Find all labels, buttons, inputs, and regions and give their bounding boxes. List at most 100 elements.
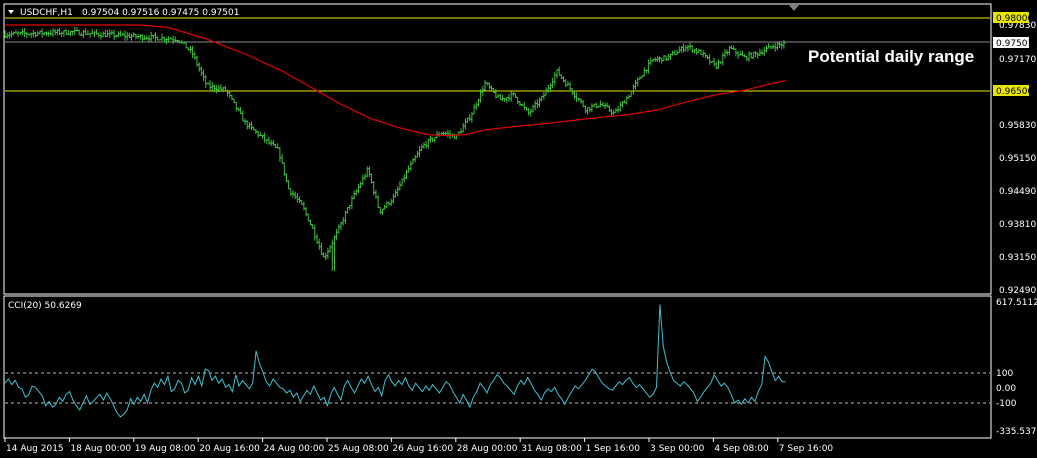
ohlc-bar: [291, 190, 295, 198]
time-label: 31 Aug 08:00: [521, 444, 582, 454]
ohlc-bar: [453, 133, 456, 139]
ohlc-bar: [348, 205, 352, 210]
ohlc-bar: [533, 100, 537, 111]
ohlc-bar: [634, 79, 637, 90]
ohlc-bar: [328, 245, 332, 253]
price-tick-1: 0.97170: [999, 55, 1036, 65]
time-label: 25 Aug 08:00: [328, 444, 389, 454]
ohlc-bar: [123, 30, 127, 41]
ohlc-bar: [586, 107, 589, 115]
ohlc-bar: [197, 62, 201, 72]
ohlc-bar: [359, 181, 363, 189]
price-tag-upper: 0.98000: [996, 14, 1033, 24]
ohlc-bar: [684, 45, 688, 52]
ohlc-bar: [461, 123, 465, 133]
ohlc-bar: [394, 189, 397, 198]
ohlc-bar: [228, 91, 232, 99]
ohlc-bar: [130, 33, 133, 41]
ohlc-bar: [138, 34, 142, 40]
ohlc-bar: [413, 155, 417, 163]
ohlc-bar: [322, 252, 325, 258]
ohlc-bar: [625, 95, 629, 105]
chart-symbol-label: USDCHF,H1: [20, 8, 73, 18]
cci-line: [4, 304, 786, 418]
ohlc-bar: [175, 39, 179, 44]
ohlc-bar: [357, 184, 360, 194]
ohlc-bar: [590, 103, 594, 112]
potential-daily-range-label: Potential daily range: [808, 47, 974, 66]
ohlc-bar: [202, 69, 205, 82]
ohlc-bar: [498, 93, 502, 100]
price-tick-3: 0.95150: [999, 154, 1036, 164]
ohlc-bar: [555, 69, 559, 79]
ohlc-bar: [337, 223, 341, 234]
ohlc-bar: [324, 252, 328, 261]
ohlc-bar: [745, 55, 749, 61]
ohlc-bar: [289, 188, 293, 197]
cci-panel-frame: [3, 295, 992, 439]
ohlc-bar: [117, 31, 120, 38]
shift-marker-icon[interactable]: [789, 5, 799, 11]
ohlc-bar: [690, 45, 694, 53]
ohlc-bar: [398, 181, 402, 191]
cci-tick-4: -335.5376: [996, 427, 1037, 437]
ohlc-bar: [250, 121, 253, 131]
ohlc-bar: [31, 30, 35, 38]
ohlc-bar: [518, 101, 522, 107]
price-tick-7: 0.92490: [999, 286, 1036, 296]
ohlc-bar: [370, 173, 373, 184]
ohlc-bar: [36, 31, 40, 37]
ohlc-bar: [669, 53, 672, 60]
ohlc-bar: [405, 169, 408, 179]
chart-root: USDCHF,H1 0.97504 0.97516 0.97475 0.9750…: [3, 3, 1037, 454]
ohlc-bar: [191, 45, 195, 59]
ohlc-bar: [738, 51, 742, 56]
ohlc-bar: [522, 101, 526, 111]
ohlc-bar: [298, 196, 301, 204]
ohlc-bar: [49, 29, 53, 36]
ohlc-bar: [583, 105, 587, 114]
price-tick-5: 0.93810: [999, 220, 1036, 230]
ohlc-bar: [108, 29, 112, 38]
triangle-down-icon[interactable]: [8, 10, 14, 14]
ohlc-bar: [234, 101, 238, 112]
ohlc-bar: [352, 190, 356, 200]
ohlc-bar: [326, 247, 330, 260]
ohlc-bar: [468, 114, 472, 122]
ohlc-bar: [396, 186, 400, 197]
ohlc-bar: [319, 242, 323, 255]
ohlc-bar: [538, 97, 541, 108]
ohlc-bar: [306, 213, 310, 222]
ohlc-bar: [304, 207, 308, 217]
price-tick-6: 0.93150: [999, 253, 1036, 263]
price-tick-2: 0.95830: [999, 121, 1036, 131]
ohlc-bar: [204, 74, 208, 88]
ohlc-bar: [525, 106, 528, 111]
ohlc-bar: [531, 104, 535, 113]
ohlc-bar: [391, 193, 395, 204]
ohlc-bar: [509, 91, 513, 102]
ohlc-bar: [245, 120, 249, 130]
ohlc-bar: [782, 39, 786, 49]
ohlc-bar: [112, 29, 116, 40]
ohlc-bar: [472, 103, 476, 115]
ohlc-bar: [99, 32, 103, 40]
ohlc-bar: [263, 132, 267, 143]
ohlc-bar: [75, 27, 79, 32]
ohlc-bar: [631, 84, 635, 95]
ohlc-bar: [208, 80, 212, 91]
time-label: 4 Sep 08:00: [714, 444, 769, 454]
ohlc-bar: [424, 141, 428, 149]
ohlc-bar: [767, 43, 771, 49]
ohlc-bar: [503, 97, 507, 102]
ohlc-bar: [335, 228, 339, 241]
ohlc-bar: [376, 195, 380, 208]
ohlc-bar: [333, 235, 336, 272]
ohlc-bar: [527, 107, 531, 116]
ohlc-bar: [463, 118, 467, 130]
ohlc-bar: [367, 166, 371, 178]
ohlc-bar: [618, 101, 622, 112]
ohlc-bar: [363, 173, 367, 181]
ohlc-bar: [658, 56, 661, 63]
ohlc-bar: [40, 28, 44, 38]
